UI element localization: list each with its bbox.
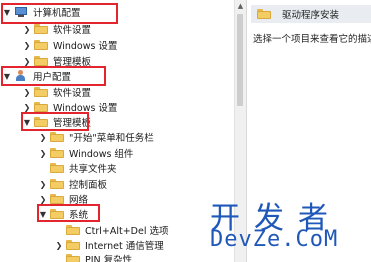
tree-item-label: Windows 设置 — [53, 41, 118, 52]
tree-item-label: 网络 — [69, 195, 89, 206]
tree-item-computer-config[interactable]: ▼ 计算机配置 — [2, 4, 81, 20]
chevron-right-icon[interactable]: ❯ — [22, 25, 32, 34]
tree-item-label: 软件设置 — [53, 88, 92, 99]
tree-item-label: 共享文件夹 — [69, 164, 117, 175]
folder-icon — [34, 56, 48, 66]
folder-icon — [50, 179, 64, 189]
navigation-tree[interactable]: ▼ 计算机配置 ❯ 软件设置 ❯ Windows 设置 ❯ 管理模板 ▼ 用户配… — [0, 0, 234, 262]
chevron-right-icon[interactable]: ❯ — [22, 88, 32, 97]
tree-item-windows-components[interactable]: ❯ Windows 组件 — [38, 145, 133, 161]
tree-item-user-config[interactable]: ▼ 用户配置 — [2, 68, 71, 84]
tree-item-user-software-settings[interactable]: ❯ 软件设置 — [22, 84, 91, 100]
folder-open-icon — [34, 117, 48, 127]
tree-item-start-menu[interactable]: ❯ "开始"菜单和任务栏 — [38, 129, 154, 145]
folder-icon — [34, 102, 48, 112]
chevron-down-icon[interactable]: ▼ — [2, 8, 12, 17]
tree-item-label: Windows 组件 — [69, 149, 134, 160]
tree-item-label: Ctrl+Alt+Del 选项 — [85, 226, 169, 237]
tree-item-user-windows-settings[interactable]: ❯ Windows 设置 — [22, 99, 117, 115]
chevron-right-icon[interactable]: ❯ — [22, 41, 32, 50]
tree-item-system[interactable]: ▼ 系统 — [38, 206, 88, 222]
tree-item-label: 管理模板 — [53, 57, 92, 68]
details-header: 驱动程序安装 — [251, 5, 371, 23]
tree-item-label: 计算机配置 — [33, 8, 81, 19]
chevron-right-icon[interactable]: ❯ — [38, 149, 48, 158]
folder-icon — [50, 194, 64, 204]
folder-icon — [66, 240, 80, 250]
chevron-right-icon[interactable]: ❯ — [54, 241, 64, 250]
folder-icon — [34, 87, 48, 97]
folder-icon — [34, 24, 48, 34]
chevron-down-icon[interactable]: ▼ — [38, 210, 48, 219]
watermark-en: DevZe.CoM — [210, 227, 339, 252]
folder-icon — [66, 254, 80, 262]
chevron-right-icon[interactable]: ❯ — [22, 57, 32, 66]
tree-item-network[interactable]: ❯ 网络 — [38, 191, 88, 207]
tree-item-software-settings[interactable]: ❯ 软件设置 — [22, 21, 91, 37]
chevron-down-icon[interactable]: ▼ — [2, 72, 12, 81]
scroll-thumb[interactable] — [237, 14, 243, 106]
tree-item-label: Internet 通信管理 — [85, 241, 164, 252]
tree-item-admin-templates[interactable]: ❯ 管理模板 — [22, 53, 91, 69]
scroll-up-arrow-icon[interactable]: ▲ — [235, 0, 246, 12]
folder-icon — [50, 163, 64, 173]
tree-item-user-admin-templates[interactable]: ▼ 管理模板 — [22, 114, 91, 130]
tree-item-label: 控制面板 — [69, 180, 108, 191]
tree-item-windows-settings[interactable]: ❯ Windows 设置 — [22, 37, 117, 53]
chevron-right-icon[interactable]: ❯ — [38, 133, 48, 142]
chevron-right-icon[interactable]: ❯ — [22, 103, 32, 112]
chevron-down-icon[interactable]: ▼ — [22, 118, 32, 127]
tree-item-label: PIN 复杂性 — [85, 255, 133, 262]
folder-icon — [66, 225, 80, 235]
tree-item-label: "开始"菜单和任务栏 — [69, 133, 154, 144]
tree-item-label: Windows 设置 — [53, 103, 118, 114]
tree-item-shared-folders[interactable]: 共享文件夹 — [38, 160, 117, 176]
user-icon — [14, 70, 28, 82]
folder-icon — [34, 40, 48, 50]
folder-icon — [50, 132, 64, 142]
tree-item-label: 用户配置 — [33, 72, 72, 83]
details-description: 选择一个项目来查看它的描述 — [253, 34, 371, 45]
tree-item-label: 系统 — [69, 210, 89, 221]
tree-item-label: 管理模板 — [53, 118, 92, 129]
details-header-label: 驱动程序安装 — [282, 10, 340, 21]
tree-item-ctrl-alt-del[interactable]: Ctrl+Alt+Del 选项 — [54, 222, 169, 238]
tree-item-label: 软件设置 — [53, 25, 92, 36]
chevron-right-icon[interactable]: ❯ — [38, 180, 48, 189]
tree-item-control-panel[interactable]: ❯ 控制面板 — [38, 176, 107, 192]
tree-item-pin-complexity[interactable]: PIN 复杂性 — [54, 251, 132, 262]
chevron-right-icon[interactable]: ❯ — [38, 195, 48, 204]
folder-icon — [50, 148, 64, 158]
folder-open-icon — [50, 209, 64, 219]
computer-icon — [14, 6, 28, 18]
folder-icon — [257, 9, 271, 19]
